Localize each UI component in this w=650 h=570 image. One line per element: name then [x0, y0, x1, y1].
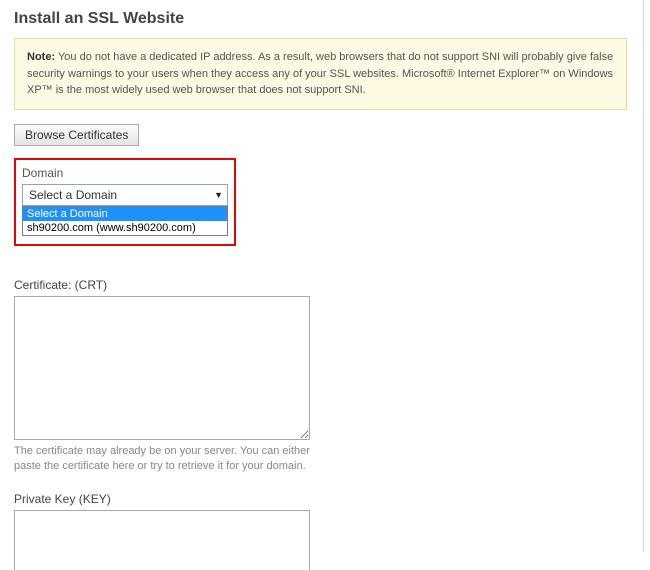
note-prefix: Note:	[27, 51, 55, 63]
sni-note: Note: You do not have a dedicated IP add…	[14, 38, 627, 110]
certificate-help-text: The certificate may already be on your s…	[14, 444, 310, 475]
domain-label: Domain	[22, 166, 228, 180]
domain-select[interactable]: Select a Domain ▼	[22, 184, 228, 206]
domain-dropdown-list: Select a Domain sh90200.com (www.sh90200…	[22, 206, 228, 236]
note-text: You do not have a dedicated IP address. …	[27, 51, 613, 96]
domain-option[interactable]: Select a Domain	[23, 207, 227, 221]
domain-option[interactable]: sh90200.com (www.sh90200.com)	[23, 221, 227, 235]
browse-certificates-button[interactable]: Browse Certificates	[14, 124, 139, 146]
certificate-label: Certificate: (CRT)	[14, 278, 627, 292]
page-title: Install an SSL Website	[14, 10, 627, 28]
certificate-section: Certificate: (CRT) The certificate may a…	[14, 278, 627, 475]
chevron-down-icon: ▼	[214, 190, 223, 200]
certificate-textarea[interactable]	[14, 296, 310, 440]
domain-section: Domain Select a Domain ▼ Select a Domain…	[14, 158, 236, 246]
private-key-section: Private Key (KEY)	[14, 492, 627, 570]
domain-selected-text: Select a Domain	[29, 188, 117, 202]
private-key-textarea[interactable]	[14, 510, 310, 570]
private-key-label: Private Key (KEY)	[14, 492, 627, 506]
